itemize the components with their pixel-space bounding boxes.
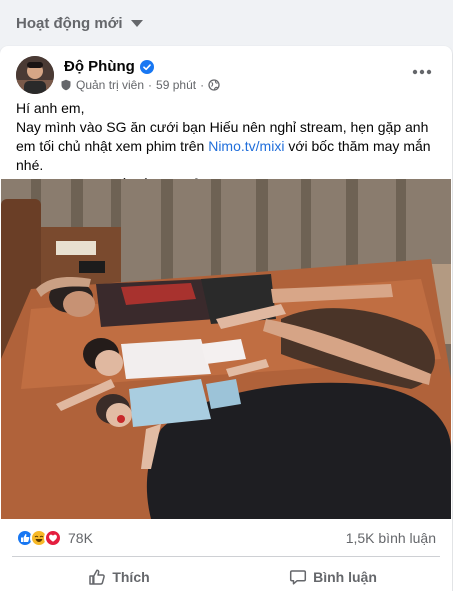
verified-badge-icon	[139, 59, 154, 74]
shield-icon	[61, 79, 71, 91]
more-dots-icon	[412, 69, 432, 75]
comments-count[interactable]: 1,5K bình luận	[346, 530, 436, 546]
more-options-button[interactable]	[408, 60, 436, 84]
reactions-count[interactable]: 78K	[68, 530, 93, 546]
love-reaction-icon	[44, 529, 62, 547]
author-role: Quản trị viên	[76, 78, 145, 92]
nimo-link[interactable]: Nimo.tv/mixi	[208, 138, 284, 154]
comment-icon	[290, 570, 307, 585]
post-text-line: Nay mình vào SG ăn cưới bạn Hiếu nên ngh…	[16, 118, 444, 175]
meta-separator: ·	[148, 78, 153, 92]
avatar[interactable]	[16, 56, 54, 94]
author: Độ Phùng	[64, 58, 154, 75]
comment-label: Bình luận	[313, 569, 377, 585]
post-photo[interactable]	[1, 179, 451, 519]
reaction-icons[interactable]	[16, 529, 62, 547]
thumbs-up-icon	[89, 569, 106, 585]
post-header: Độ Phùng Quản trị viên · 59 phút ·	[16, 56, 436, 98]
post-meta: Quản trị viên · 59 phút ·	[60, 78, 224, 92]
section-title: Hoạt động mới	[16, 14, 123, 32]
post-text-line: Hí anh em,	[16, 100, 85, 116]
post-stats: 78K 1,5K bình luận	[16, 526, 436, 550]
section-header: Hoạt động mới	[0, 0, 453, 46]
like-label: Thích	[112, 569, 150, 585]
divider	[12, 556, 440, 557]
globe-icon	[208, 79, 220, 91]
post-time[interactable]: 59 phút	[156, 78, 196, 92]
caret-down-icon[interactable]	[130, 19, 143, 27]
author-name[interactable]: Độ Phùng	[64, 58, 135, 75]
post-card: Độ Phùng Quản trị viên · 59 phút · Hí an…	[0, 46, 452, 591]
like-button[interactable]: Thích	[12, 560, 226, 591]
meta-separator: ·	[200, 78, 205, 92]
post-actions: Thích Bình luận	[12, 560, 440, 591]
comment-button[interactable]: Bình luận	[226, 560, 440, 591]
